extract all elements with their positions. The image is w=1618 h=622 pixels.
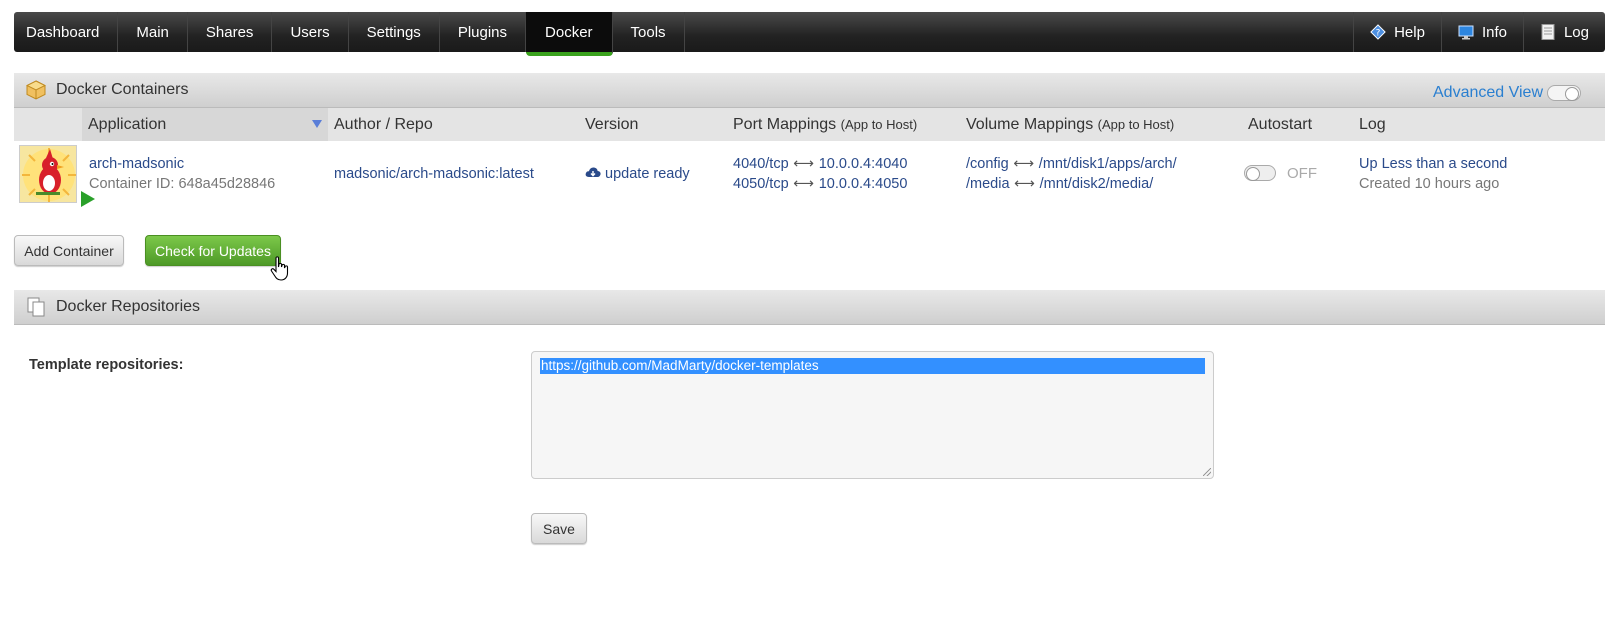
container-status-link[interactable]: Up Less than a second <box>1359 156 1507 172</box>
monitor-icon <box>1458 25 1474 40</box>
containers-header: Docker Containers Advanced View <box>14 73 1605 108</box>
tab-users[interactable]: Users <box>272 12 349 52</box>
column-volume-mappings[interactable]: Volume Mappings (App to Host) <box>966 108 1174 141</box>
table-row: arch-madsonic Container ID: 648a45d28846… <box>14 142 1605 214</box>
help-button[interactable]: ? Help <box>1353 12 1441 52</box>
tab-settings[interactable]: Settings <box>349 12 440 52</box>
column-application[interactable]: Application <box>88 108 166 141</box>
copy-pages-icon <box>27 297 45 317</box>
save-button[interactable]: Save <box>531 513 587 544</box>
help-icon: ? <box>1370 24 1386 40</box>
column-autostart[interactable]: Autostart <box>1248 108 1312 141</box>
template-repositories-textarea[interactable]: https://github.com/MadMarty/docker-templ… <box>531 351 1214 479</box>
volume-host: /mnt/disk1/apps/arch/ <box>1038 156 1177 172</box>
repo-link[interactable]: madsonic/arch-madsonic:latest <box>334 166 534 182</box>
tab-main[interactable]: Main <box>118 12 188 52</box>
help-label: Help <box>1394 23 1425 41</box>
table-header: Application Author / Repo Version Port M… <box>14 108 1605 141</box>
column-port-mappings[interactable]: Port Mappings (App to Host) <box>733 108 917 141</box>
update-ready-link[interactable]: update ready <box>585 166 690 182</box>
check-for-updates-button[interactable]: Check for Updates <box>145 235 281 266</box>
update-ready-label: update ready <box>605 166 690 182</box>
resize-grip-icon[interactable] <box>1203 468 1211 476</box>
volume-mapping-row: /media ⟷ /mnt/disk2/media/ <box>966 174 1177 194</box>
container-id: Container ID: 648a45d28846 <box>89 176 276 192</box>
volume-app: /media <box>966 176 1010 192</box>
tab-docker[interactable]: Docker <box>526 12 613 56</box>
log-button[interactable]: Log <box>1522 12 1605 52</box>
madsonic-bird-icon <box>22 148 76 202</box>
tab-dashboard[interactable]: Dashboard <box>14 12 119 52</box>
container-name-link[interactable]: arch-madsonic <box>89 156 184 172</box>
log-cell: Up Less than a second Created 10 hours a… <box>1359 154 1507 194</box>
section-title-containers: Docker Containers <box>56 81 189 98</box>
svg-text:?: ? <box>1376 29 1381 39</box>
info-label: Info <box>1481 23 1507 41</box>
autostart-state: OFF <box>1287 165 1317 182</box>
volumes-cell: /config ⟷ /mnt/disk1/apps/arch/ /media ⟷… <box>966 154 1177 194</box>
sort-desc-icon <box>312 120 322 128</box>
autostart-toggle[interactable] <box>1244 165 1276 181</box>
section-title-repositories: Docker Repositories <box>56 298 201 315</box>
column-author-repo[interactable]: Author / Repo <box>334 108 433 141</box>
tab-tools[interactable]: Tools <box>613 12 685 52</box>
column-port-mappings-sub: (App to Host) <box>840 117 918 132</box>
package-icon <box>26 80 46 100</box>
container-app-icon[interactable] <box>19 145 77 203</box>
column-volume-mappings-sub: (App to Host) <box>1097 117 1175 132</box>
top-nav: Dashboard Main Shares Users Settings Plu… <box>14 12 1605 56</box>
version-cell: update ready <box>585 164 690 184</box>
cloud-download-icon <box>585 167 601 177</box>
log-label: Log <box>1563 23 1589 41</box>
document-icon <box>1541 24 1555 40</box>
created-time: Created 10 hours ago <box>1359 176 1500 192</box>
column-log[interactable]: Log <box>1359 108 1386 141</box>
tab-shares[interactable]: Shares <box>188 12 273 52</box>
volume-host: /mnt/disk2/media/ <box>1039 176 1154 192</box>
column-volume-mappings-label: Volume Mappings <box>966 116 1094 133</box>
repositories-header: Docker Repositories <box>14 290 1605 325</box>
port-mapping-row: 4040/tcp ⟷ 10.0.0.4:4040 <box>733 154 907 174</box>
column-port-mappings-label: Port Mappings <box>733 116 837 133</box>
app-cell: arch-madsonic Container ID: 648a45d28846 <box>89 154 275 194</box>
advanced-view-toggle[interactable] <box>1547 85 1581 101</box>
port-app: 4050/tcp <box>733 176 789 192</box>
port-host-link[interactable]: 10.0.0.4:4050 <box>819 176 908 192</box>
advanced-view-link[interactable]: Advanced View <box>1433 84 1543 102</box>
double-arrow-icon: ⟷ <box>793 176 815 192</box>
add-container-button[interactable]: Add Container <box>14 235 124 266</box>
repo-cell: madsonic/arch-madsonic:latest <box>334 164 534 184</box>
template-repositories-label: Template repositories: <box>29 357 184 373</box>
hand-pointer-cursor-icon <box>270 256 289 281</box>
double-arrow-icon: ⟷ <box>793 156 815 172</box>
port-mapping-row: 4050/tcp ⟷ 10.0.0.4:4050 <box>733 174 907 194</box>
info-button[interactable]: Info <box>1440 12 1523 52</box>
volume-app: /config <box>966 156 1009 172</box>
port-app: 4040/tcp <box>733 156 789 172</box>
tab-plugins[interactable]: Plugins <box>440 12 527 52</box>
double-arrow-icon: ⟷ <box>1014 176 1035 192</box>
column-version[interactable]: Version <box>585 108 638 141</box>
double-arrow-icon: ⟷ <box>1013 156 1035 172</box>
port-host-link[interactable]: 10.0.0.4:4040 <box>819 156 908 172</box>
volume-mapping-row: /config ⟷ /mnt/disk1/apps/arch/ <box>966 154 1177 174</box>
selected-repo-text: https://github.com/MadMarty/docker-templ… <box>540 358 1205 374</box>
ports-cell: 4040/tcp ⟷ 10.0.0.4:4040 4050/tcp ⟷ 10.0… <box>733 154 907 194</box>
